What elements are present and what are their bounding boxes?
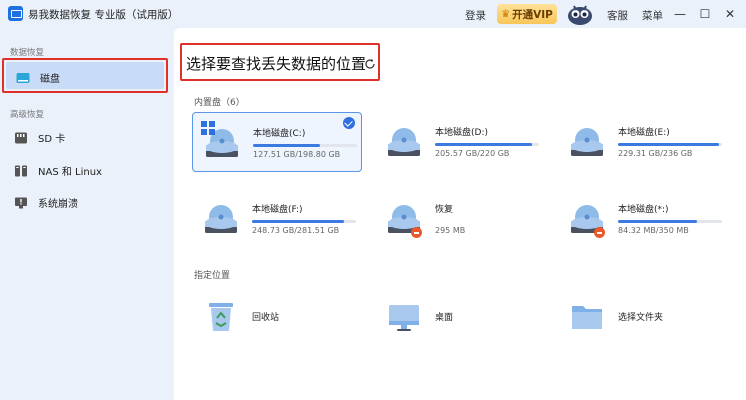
sidebar-item-disk[interactable]: 磁盘 [2,58,168,93]
hard-disk-icon [205,205,237,233]
vip-button[interactable]: ♛ 开通VIP [497,4,557,24]
drive-usage-fill [252,220,344,223]
login-button[interactable]: 登录 [465,8,486,23]
desktop-icon [389,305,419,331]
sidebar-item-label: SD 卡 [38,134,66,145]
nas-icon [15,165,27,176]
sidebar-section-advanced: 高级恢复 [10,110,45,120]
maximize-button[interactable]: ☐ [695,4,715,24]
drive-card-recovery[interactable]: 恢复 295 MB [375,189,545,249]
main-panel: 选择要查找丢失数据的位置 内置盘（6） 本地磁盘(C:) 127.51 GB/1… [174,28,746,400]
group-label-internal: 内置盘（6） [194,98,245,108]
windows-logo-icon [201,121,215,135]
drive-usage-fill [253,144,320,147]
location-desktop[interactable]: 桌面 [375,291,545,341]
app-title: 易我数据恢复 专业版（试用版） [28,9,179,21]
drive-name: 恢复 [435,205,454,215]
drive-name: 本地磁盘(F:) [252,205,303,215]
drive-usage-fill [618,143,719,146]
sidebar-item-label: 系统崩溃 [38,199,78,210]
sidebar-item-label: NAS 和 Linux [38,167,102,178]
location-name: 选择文件夹 [618,313,664,323]
sidebar-item-sd[interactable]: SD 卡 [14,130,65,145]
service-button[interactable]: 客服 [607,8,628,23]
sidebar-section-recovery: 数据恢复 [10,48,45,58]
sidebar-item-label: 磁盘 [40,74,60,85]
drive-card-f[interactable]: 本地磁盘(F:) 248.73 GB/281.51 GB [192,189,362,249]
recycle-bin-icon [209,303,233,331]
selected-check-icon [343,117,355,129]
group-label-location: 指定位置 [194,271,231,281]
drive-usage-bar [252,220,356,223]
location-name: 回收站 [252,313,280,323]
drive-usage-fill [618,220,698,223]
drive-name: 本地磁盘(D:) [435,128,488,138]
close-button[interactable]: ✕ [720,4,740,24]
mascot-icon[interactable] [566,2,594,26]
page-title: 选择要查找丢失数据的位置 [186,55,367,73]
hidden-partition-icon [411,227,422,238]
sidebar-item-nas[interactable]: NAS 和 Linux [14,163,102,178]
drive-usage-bar [253,144,357,147]
location-recycle-bin[interactable]: 回收站 [192,291,362,341]
drive-size: 205.57 GB/220 GB [435,149,510,158]
hard-disk-icon [388,128,420,156]
drive-usage-bar [435,143,539,146]
sidebar: 数据恢复 磁盘 高级恢复 SD 卡 NAS 和 Linux 系统崩溃 [0,28,174,400]
disk-icon [16,72,30,83]
drive-size: 229.31 GB/236 GB [618,149,693,158]
drive-card-e[interactable]: 本地磁盘(E:) 229.31 GB/236 GB [558,112,728,172]
drive-name: 本地磁盘(*:) [618,205,669,215]
crown-icon: ♛ [501,8,511,20]
sidebar-item-crash[interactable]: 系统崩溃 [14,195,78,210]
menu-button[interactable]: 菜单 [642,8,663,23]
drive-size: 127.51 GB/198.80 GB [253,150,341,159]
drive-size: 84.32 MB/350 MB [618,226,689,235]
drive-card-d[interactable]: 本地磁盘(D:) 205.57 GB/220 GB [375,112,545,172]
location-select-folder[interactable]: 选择文件夹 [558,291,728,341]
refresh-icon[interactable] [364,58,376,70]
hard-disk-icon [571,128,603,156]
title-bar: 易我数据恢复 专业版（试用版） 登录 ♛ 开通VIP 客服 菜单 — ☐ ✕ [0,0,746,28]
drive-card-star[interactable]: 本地磁盘(*:) 84.32 MB/350 MB [558,189,728,249]
app-logo-icon [8,6,23,21]
system-crash-icon [15,197,27,208]
hidden-partition-icon [594,227,605,238]
sidebar-item-disk-content: 磁盘 [16,70,60,85]
drive-usage-bar [618,220,722,223]
drive-name: 本地磁盘(C:) [253,129,306,139]
drive-size: 295 MB [435,226,466,235]
drive-size: 248.73 GB/281.51 GB [252,226,340,235]
drive-name: 本地磁盘(E:) [618,128,670,138]
folder-icon [572,306,602,329]
sd-card-icon [15,132,27,143]
drive-usage-bar [618,143,722,146]
minimize-button[interactable]: — [670,4,690,24]
location-name: 桌面 [435,313,454,323]
drive-card-c[interactable]: 本地磁盘(C:) 127.51 GB/198.80 GB [192,112,362,172]
drive-usage-fill [435,143,532,146]
vip-label: 开通VIP [512,8,553,21]
